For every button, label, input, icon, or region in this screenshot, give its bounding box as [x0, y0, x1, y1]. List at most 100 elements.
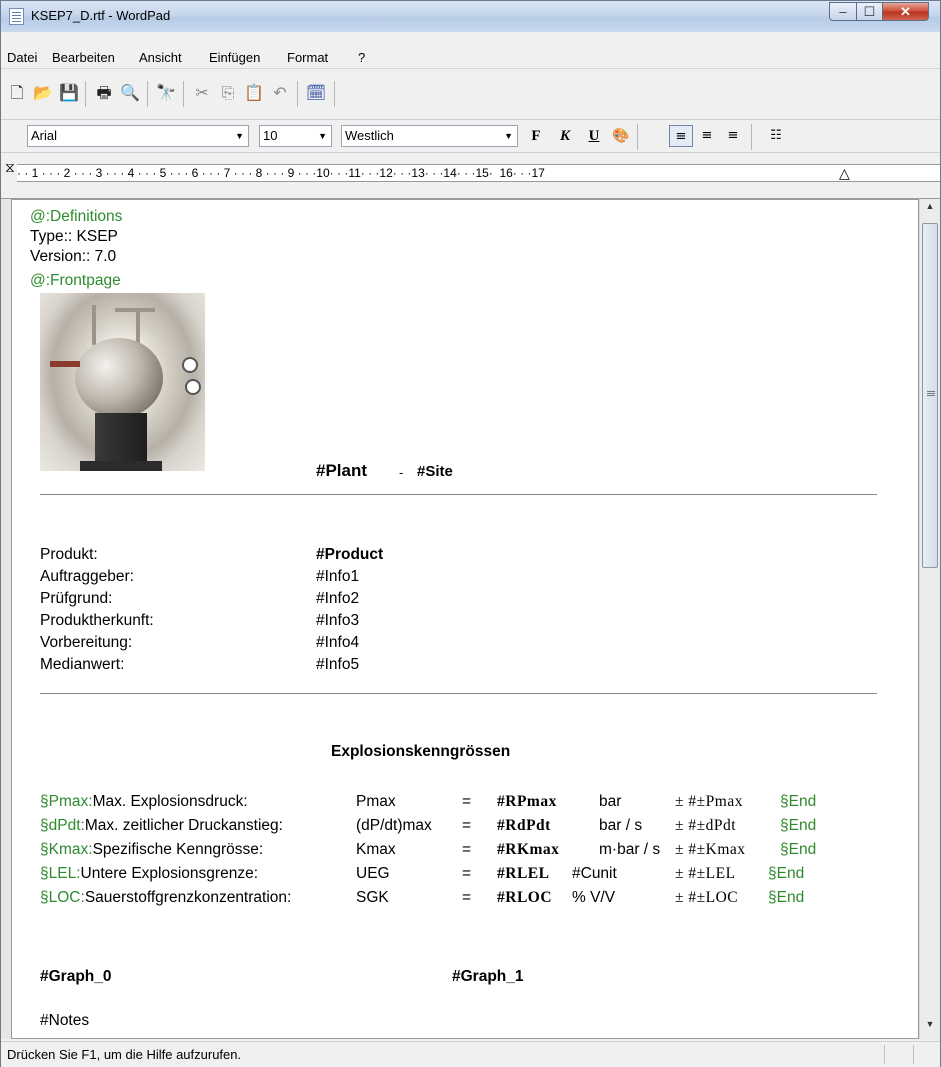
info-value: #Info2 [316, 590, 360, 607]
ruler[interactable]: · · 1 · · · 2 · · · 3 · · · 4 · · · 5 · … [1, 153, 940, 199]
bullets-button[interactable]: ☷ [764, 125, 788, 147]
version-line: Version:: 7.0 [30, 248, 117, 265]
section-title: Explosionskenngrössen [331, 743, 511, 760]
scroll-down-icon[interactable]: ▼ [920, 1019, 940, 1029]
left-indent-marker[interactable]: ⧖ [5, 159, 15, 176]
chevron-down-icon: ▼ [318, 131, 327, 141]
param-variable: #RPmax [497, 793, 557, 810]
status-divider [913, 1045, 914, 1064]
chevron-down-icon: ▼ [504, 131, 513, 141]
param-desc: Untere Explosionsgrenze: [80, 865, 259, 882]
align-right-button[interactable]: ≡ [721, 125, 745, 147]
paste-icon[interactable]: 📋 [243, 83, 265, 105]
find-icon[interactable]: 🔭 [155, 83, 177, 105]
param-unit: m·bar / s [599, 841, 661, 858]
type-line: Type:: KSEP [30, 228, 118, 245]
param-end: §End [768, 889, 805, 906]
menu-ansicht[interactable]: Ansicht [139, 50, 182, 65]
info-label: Prüfgrund: [40, 590, 113, 607]
minimize-button[interactable]: – [829, 2, 857, 21]
left-margin-bar [1, 199, 11, 1039]
pressure-gauge-icon [182, 357, 198, 373]
open-icon[interactable]: 📂 [32, 83, 54, 105]
ruler-scale: · · 1 · · · 2 · · · 3 · · · 4 · · · 5 · … [17, 166, 545, 180]
graph1-field: #Graph_1 [452, 968, 524, 985]
right-indent-marker[interactable]: △ [839, 165, 850, 182]
param-variable: #RLEL [497, 865, 550, 882]
toolbar-separator [85, 81, 86, 107]
insert-datetime-icon[interactable]: 🗓 [305, 83, 327, 105]
maximize-button[interactable]: ☐ [856, 2, 883, 21]
minimize-icon: – [839, 4, 847, 19]
toolbar-separator [334, 81, 335, 107]
param-tag: §dPdt: [40, 817, 85, 834]
param-symbol: UEG [356, 865, 390, 882]
close-icon: ✕ [900, 4, 911, 19]
bold-button[interactable]: F [524, 125, 548, 147]
menu-bearbeiten[interactable]: Bearbeiten [52, 50, 115, 65]
align-left-button[interactable]: ≡ [669, 125, 693, 147]
undo-icon[interactable]: ↶ [269, 83, 291, 105]
info-label: Vorbereitung: [40, 634, 133, 651]
font-select[interactable]: Arial ▼ [27, 125, 249, 147]
info-value: #Info5 [316, 656, 360, 673]
italic-button[interactable]: K [553, 125, 577, 147]
window-title: KSEP7_D.rtf - WordPad [31, 8, 171, 23]
plant-field: #Plant [316, 461, 368, 480]
param-tolerance: ± #±LOC [675, 889, 739, 906]
param-equals: = [462, 841, 472, 858]
param-equals: = [462, 889, 472, 906]
cut-icon[interactable]: ✂ [191, 83, 213, 105]
grip-icon [927, 391, 935, 392]
color-icon[interactable]: 🎨 [609, 125, 633, 147]
title-bar[interactable]: KSEP7_D.rtf - WordPad – ☐ ✕ [1, 1, 940, 32]
document-area[interactable]: @:Definitions Type:: KSEP Version:: 7.0 … [11, 199, 919, 1039]
toolbar-separator [183, 81, 184, 107]
align-center-button[interactable]: ≡ [695, 125, 719, 147]
copy-icon[interactable]: ⎘ [217, 83, 239, 105]
format-bar: Arial ▼ 10 ▼ Westlich ▼ F K U 🎨 ≡ ≡ ≡ ☷ [1, 120, 940, 153]
wordpad-window: KSEP7_D.rtf - WordPad – ☐ ✕ Datei Bearbe… [0, 0, 941, 1067]
scrollbar-thumb[interactable] [922, 223, 938, 568]
menu-help[interactable]: ? [358, 50, 365, 65]
status-text: Drücken Sie F1, um die Hilfe aufzurufen. [7, 1047, 242, 1062]
script-select-value: Westlich [345, 128, 394, 143]
divider [40, 494, 877, 495]
toolbar-separator [637, 124, 638, 150]
info-value: #Info1 [316, 568, 360, 585]
size-select[interactable]: 10 ▼ [259, 125, 332, 147]
menu-datei[interactable]: Datei [7, 50, 37, 65]
param-desc: Max. Explosionsdruck: [92, 793, 248, 810]
param-row: §LOC:Sauerstoffgrenzkonzentration: [40, 889, 291, 907]
param-row: §LEL:Untere Explosionsgrenze: [40, 865, 258, 883]
menu-bar: Datei Bearbeiten Ansicht Einfügen Format… [1, 46, 940, 69]
param-unit: % V/V [572, 889, 616, 906]
param-unit: bar / s [599, 817, 643, 834]
chevron-down-icon: ▼ [235, 131, 244, 141]
close-button[interactable]: ✕ [882, 2, 929, 21]
document-content[interactable]: @:Definitions Type:: KSEP Version:: 7.0 … [12, 200, 918, 1038]
scroll-up-icon[interactable]: ▲ [920, 201, 940, 211]
param-variable: #RLOC [497, 889, 553, 906]
print-preview-icon[interactable]: 🔍 [119, 83, 141, 105]
plant-site-dash: - [399, 465, 404, 480]
param-tolerance: ± #±Pmax [675, 793, 743, 810]
param-tolerance: ± #±Kmax [675, 841, 746, 858]
toolbar-separator [297, 81, 298, 107]
print-icon[interactable]: 🖶 [93, 83, 115, 105]
save-icon[interactable]: 💾 [58, 83, 80, 105]
ruler-strip[interactable]: · · 1 · · · 2 · · · 3 · · · 4 · · · 5 · … [17, 164, 940, 182]
param-symbol: Kmax [356, 841, 396, 858]
script-select[interactable]: Westlich ▼ [341, 125, 518, 147]
apparatus-photo[interactable] [40, 293, 205, 471]
param-equals: = [462, 865, 472, 882]
menu-format[interactable]: Format [287, 50, 328, 65]
toolbar-separator [147, 81, 148, 107]
wordpad-app-icon[interactable] [9, 8, 24, 25]
vertical-scrollbar[interactable]: ▲ ▼ [919, 199, 940, 1039]
param-tolerance: ± #±dPdt [675, 817, 737, 834]
frontpage-line: @:Frontpage [30, 272, 121, 289]
new-icon[interactable]: 🗋 [6, 83, 28, 105]
underline-button[interactable]: U [582, 125, 606, 147]
menu-einfuegen[interactable]: Einfügen [209, 50, 260, 65]
